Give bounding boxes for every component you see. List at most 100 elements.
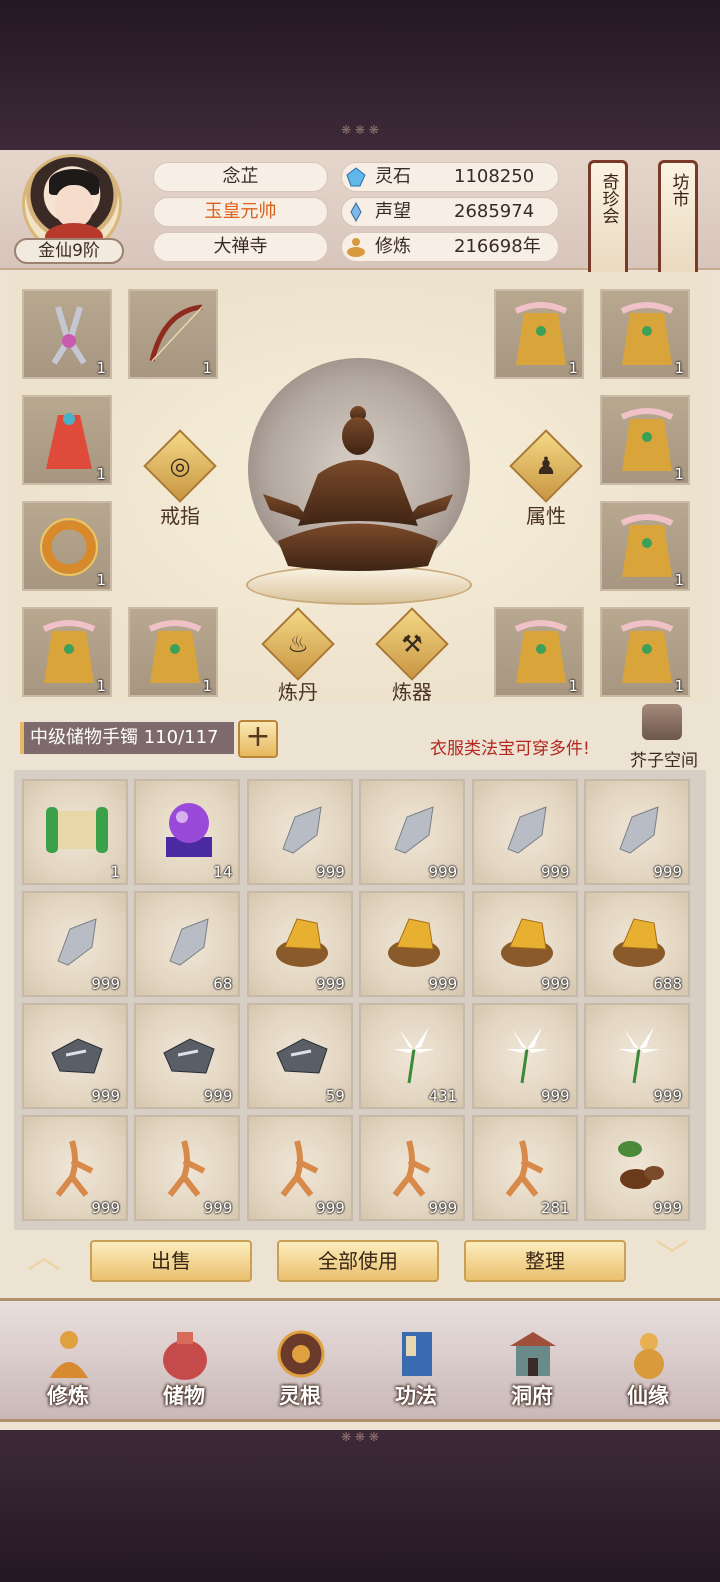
sell-button[interactable]: 出售 (90, 1240, 252, 1282)
cauldron-icon: ♨ (287, 630, 309, 658)
stat-reputation: 声望 2685974 (341, 197, 559, 227)
equip-slot-bow[interactable]: 1 (128, 289, 218, 379)
meditating-figure (263, 406, 453, 571)
bottom-backdrop (0, 1430, 720, 1582)
golden-armor-icon (620, 514, 674, 577)
silver-ore-icon (394, 806, 434, 854)
bag-item-silver-ore[interactable]: 999 (471, 779, 578, 885)
bag-item-silver-ore[interactable]: 999 (584, 779, 690, 885)
jiezi-space-button[interactable]: 芥子空间 (626, 704, 702, 771)
qizhenhui-button[interactable]: 奇珍会 (588, 160, 628, 278)
bag-item-dark-ore[interactable]: 999 (22, 1003, 128, 1109)
cultivate-icon (50, 1331, 88, 1378)
stat-cultivation: 修炼 216698年 (341, 232, 559, 262)
item-count: 59 (325, 1087, 345, 1105)
spirit-stone-icon (346, 167, 366, 187)
fangshi-button[interactable]: 坊市 (658, 160, 698, 278)
bag-item-silver-ore[interactable]: 999 (246, 779, 353, 885)
item-count: 999 (203, 1087, 233, 1105)
item-count: 999 (91, 975, 120, 993)
bow-icon (149, 304, 203, 362)
nav-spirit-root[interactable]: 灵根 (250, 1322, 350, 1418)
item-count: 999 (653, 1199, 682, 1217)
spirit-root-icon (277, 1330, 325, 1378)
bottom-ornament: ❋ ❋ ❋ (341, 1430, 379, 1444)
technique-book-icon (402, 1332, 432, 1376)
ginseng-root-icon (505, 1140, 543, 1197)
dark-ore-icon (276, 1038, 328, 1074)
scroll-up-button[interactable]: ︿ (16, 1240, 72, 1274)
player-title[interactable]: 玉皇元帅 (153, 197, 328, 227)
item-count: 68 (213, 975, 233, 993)
bag-item-ginseng[interactable]: 999 (359, 1115, 466, 1221)
nav-fate[interactable]: 仙缘 (598, 1322, 698, 1418)
bag-item-dark-ore[interactable]: 999 (134, 1003, 241, 1109)
nav-cultivate[interactable]: 修炼 (18, 1322, 118, 1418)
white-lily-icon (505, 1027, 548, 1084)
bag-item-lily[interactable]: 999 (584, 1003, 690, 1109)
player-sect[interactable]: 大禅寺 (153, 232, 328, 262)
golden-armor-icon (514, 302, 568, 365)
equip-slot-ring[interactable]: 1 (22, 501, 112, 591)
stat-spirit-stone: 灵石 1108250 (341, 162, 559, 192)
use-all-button[interactable]: 全部使用 (277, 1240, 439, 1282)
bag-item-gold-ore[interactable]: 999 (471, 891, 578, 997)
silver-ore-icon (169, 918, 210, 966)
golden-armor-icon (620, 408, 674, 471)
item-count: 281 (540, 1199, 570, 1217)
sort-button[interactable]: 整理 (464, 1240, 626, 1282)
nav-storage[interactable]: 储物 (134, 1322, 234, 1418)
player-name: 念芷 (153, 162, 328, 192)
storage-bag-icon (163, 1332, 207, 1380)
equip-slot-armor[interactable]: 1 (600, 289, 690, 379)
bag-item-gold-ore[interactable]: 688 (584, 891, 690, 997)
bag-item-lily[interactable]: 431 (359, 1003, 466, 1109)
bag-item-silver-ore[interactable]: 999 (22, 891, 128, 997)
silver-ore-icon (619, 806, 659, 854)
nav-cave[interactable]: 洞府 (482, 1322, 582, 1418)
item-count: 688 (653, 975, 682, 993)
bag-item-lily[interactable]: 999 (471, 1003, 578, 1109)
equip-slot-armor[interactable]: 1 (128, 607, 218, 697)
purple-orb-icon (166, 803, 213, 857)
equip-slot-armor[interactable]: 1 (600, 501, 690, 591)
item-count: 999 (316, 1199, 345, 1217)
anvil-icon: ⚒ (401, 630, 423, 658)
bag-item-ginseng[interactable]: 999 (246, 1115, 353, 1221)
bag-item-silver-ore[interactable]: 999 (359, 779, 466, 885)
golden-armor-icon (620, 620, 674, 683)
ginseng-root-icon (392, 1140, 431, 1197)
equip-slot-armor[interactable]: 1 (494, 607, 584, 697)
scroll-down-button[interactable]: ﹀ (644, 1240, 700, 1274)
item-count: 999 (540, 863, 570, 881)
expand-bag-button[interactable]: + (238, 720, 278, 758)
silver-ore-icon (282, 806, 322, 854)
equip-slot-robe[interactable]: 1 (22, 395, 112, 485)
bag-item-ginseng[interactable]: 999 (22, 1115, 128, 1221)
item-count: 14 (213, 863, 233, 881)
equip-slot-armor[interactable]: 1 (494, 289, 584, 379)
bag-item-scroll[interactable]: 1 (22, 779, 128, 885)
item-count: 999 (428, 1199, 458, 1217)
ginseng-root-icon (280, 1140, 319, 1197)
dark-ore-icon (163, 1038, 216, 1074)
bag-item-orb[interactable]: 14 (134, 779, 241, 885)
item-count: 431 (428, 1087, 458, 1105)
equip-slot-weapon[interactable]: 1 (22, 289, 112, 379)
bag-item-herb-root[interactable]: 999 (584, 1115, 690, 1221)
item-count: 999 (203, 1199, 233, 1217)
golden-armor-icon (620, 302, 674, 365)
item-count: 999 (653, 863, 682, 881)
dark-ore-icon (51, 1038, 103, 1074)
nav-technique[interactable]: 功法 (366, 1322, 466, 1418)
bag-item-gold-ore[interactable]: 999 (246, 891, 353, 997)
player-rank: 金仙9阶 (14, 238, 124, 264)
bag-item-gold-ore[interactable]: 999 (359, 891, 466, 997)
bag-item-ginseng[interactable]: 999 (134, 1115, 241, 1221)
bag-item-dark-ore[interactable]: 59 (246, 1003, 353, 1109)
equip-slot-armor[interactable]: 1 (600, 395, 690, 485)
equip-slot-armor[interactable]: 1 (22, 607, 112, 697)
bag-item-silver-ore[interactable]: 68 (134, 891, 241, 997)
equip-slot-armor[interactable]: 1 (600, 607, 690, 697)
bag-item-ginseng[interactable]: 281 (471, 1115, 578, 1221)
